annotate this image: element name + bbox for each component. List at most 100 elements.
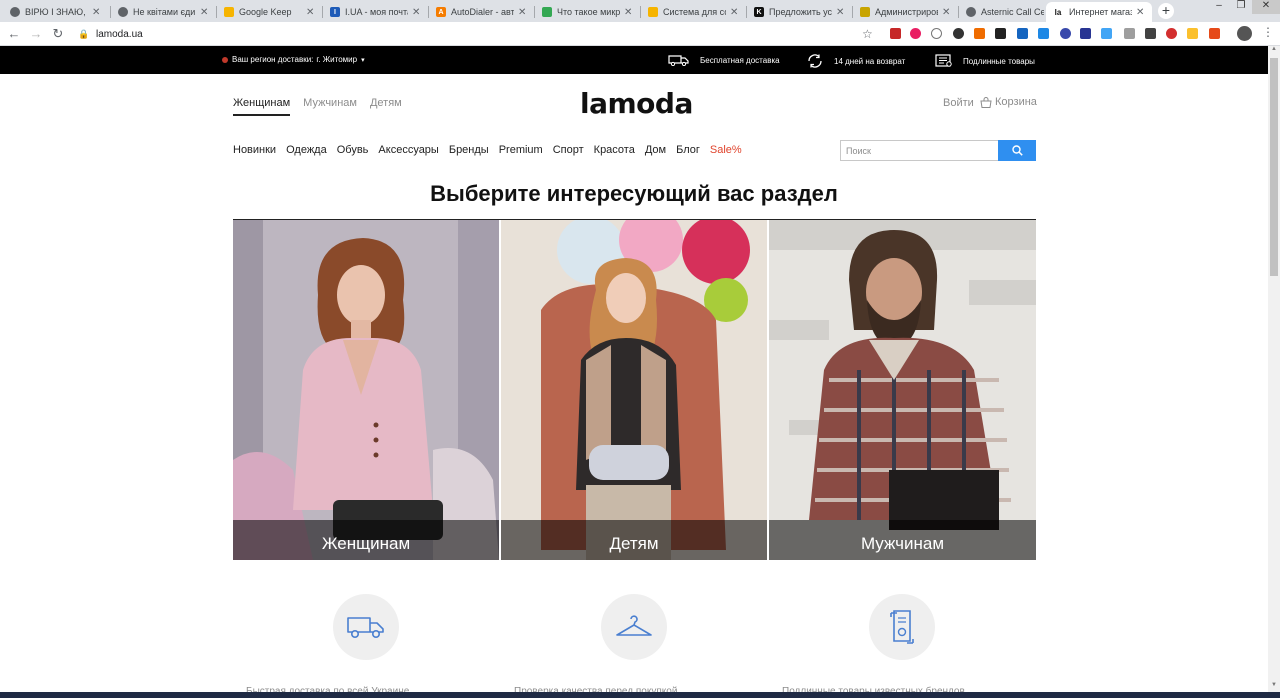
new-tab-button[interactable]: + [1158, 3, 1174, 19]
extension-icon[interactable] [1145, 28, 1156, 39]
gender-tabs: Женщинам Мужчинам Детям [233, 97, 415, 116]
close-icon[interactable]: ✕ [730, 7, 740, 18]
close-icon[interactable]: ✕ [200, 7, 210, 18]
login-link[interactable]: Войти [943, 97, 974, 109]
site-logo[interactable]: lamoda [580, 87, 693, 120]
scrollbar-thumb[interactable] [1270, 58, 1278, 276]
nav-item-home[interactable]: Дом [645, 144, 666, 156]
perk-free-delivery[interactable]: Бесплатная доставка [668, 54, 780, 66]
nav-item-premium[interactable]: Premium [499, 144, 543, 156]
browser-tab[interactable]: Что такое микро ✕ [536, 2, 640, 22]
browser-tab[interactable]: Администриров ✕ [854, 2, 958, 22]
extension-icon[interactable] [890, 28, 901, 39]
bookmark-star-icon[interactable]: ☆ [862, 27, 873, 41]
bag-icon [980, 96, 992, 108]
close-icon[interactable]: ✕ [1136, 7, 1146, 18]
close-icon[interactable]: ✕ [306, 7, 316, 18]
extension-icon[interactable] [953, 28, 964, 39]
lock-icon: 🔒 [78, 29, 90, 39]
globe-icon [118, 7, 128, 17]
back-icon[interactable]: ← [6, 26, 22, 42]
profile-avatar[interactable] [1237, 26, 1252, 41]
nav-item-accessories[interactable]: Аксессуары [378, 144, 438, 156]
nav-item-clothing[interactable]: Одежда [286, 144, 327, 156]
perk-label: Подлинные товары [963, 56, 1035, 66]
forward-icon[interactable]: → [28, 26, 44, 42]
close-icon[interactable]: ✕ [412, 7, 422, 18]
extension-icon[interactable] [974, 28, 985, 39]
region-city[interactable]: г. Житомир [316, 55, 357, 64]
perk-authentic[interactable]: Подлинные товары [935, 54, 1035, 68]
browser-tab[interactable]: Система для соз ✕ [642, 2, 746, 22]
tab-kids[interactable]: Детям [370, 97, 402, 116]
nav-item-brands[interactable]: Бренды [449, 144, 489, 156]
browser-tab[interactable]: I I.UA - моя почта ✕ [324, 2, 428, 22]
close-icon[interactable]: ✕ [942, 7, 952, 18]
search-button[interactable] [998, 140, 1036, 161]
nav-item-sport[interactable]: Спорт [553, 144, 584, 156]
extension-icon[interactable] [1187, 28, 1198, 39]
tab-women[interactable]: Женщинам [233, 97, 291, 116]
card-women[interactable]: Женщинам [233, 220, 499, 560]
close-icon[interactable]: ✕ [624, 7, 634, 18]
cart-link[interactable]: Корзина [980, 96, 1037, 108]
window-close-button[interactable]: ✕ [1252, 0, 1280, 14]
close-icon[interactable]: ✕ [518, 7, 528, 18]
extension-icon[interactable] [1080, 28, 1091, 39]
tab-title: Интернет магаз [1069, 7, 1132, 17]
extension-icon[interactable] [1166, 28, 1177, 39]
nav-item-blog[interactable]: Блог [676, 144, 700, 156]
extension-icon[interactable] [910, 28, 921, 39]
browser-tab[interactable]: A AutoDialer - авто ✕ [430, 2, 534, 22]
scroll-up-icon[interactable]: ▲ [1268, 46, 1280, 56]
delivery-region-selector[interactable]: Ваш регион доставки: г. Житомир ▾ [222, 55, 365, 64]
nav-item-shoes[interactable]: Обувь [337, 144, 369, 156]
browser-tab[interactable]: ВІРЮ І ЗНАЮ, Uk ✕ [4, 2, 108, 22]
extension-icon[interactable] [1124, 28, 1135, 39]
page-scrollbar[interactable]: ▲ ▼ [1268, 46, 1280, 692]
nav-item-beauty[interactable]: Красота [594, 144, 635, 156]
extension-icon[interactable] [1060, 28, 1071, 39]
lamoda-icon: la [1052, 7, 1064, 17]
close-icon[interactable]: ✕ [836, 7, 846, 18]
search-icon [1011, 145, 1023, 156]
card-caption: Мужчинам [769, 520, 1036, 560]
minimize-button[interactable]: – [1208, 0, 1230, 14]
card-kids[interactable]: Детям [501, 220, 767, 560]
browser-tab[interactable]: Не квітами єдин ✕ [112, 2, 216, 22]
close-icon[interactable]: ✕ [92, 7, 102, 18]
location-pin-icon [222, 56, 228, 63]
browser-tab[interactable]: K Предложить усл ✕ [748, 2, 852, 22]
search-input[interactable] [840, 140, 998, 161]
address-url[interactable]: lamoda.ua [96, 29, 143, 40]
browser-tab-active[interactable]: la Интернет магаз ✕ [1046, 2, 1152, 22]
extension-icon[interactable] [1101, 28, 1112, 39]
maximize-button[interactable]: ❐ [1230, 0, 1252, 14]
truck-icon [347, 617, 384, 638]
extension-icon[interactable] [1209, 28, 1220, 39]
address-bar[interactable]: 🔒 lamoda.ua [72, 24, 882, 44]
page-title: Выберите интересующий вас раздел [430, 181, 838, 206]
nav-item-sale[interactable]: Sale% [710, 144, 742, 156]
reload-icon[interactable]: ↻ [50, 26, 66, 42]
card-men[interactable]: Мужчинам [769, 220, 1036, 560]
men-photo [769, 220, 1036, 560]
scroll-down-icon[interactable]: ▼ [1268, 682, 1280, 692]
extension-icon[interactable] [1017, 28, 1028, 39]
nav-item-new[interactable]: Новинки [233, 144, 276, 156]
browser-tab[interactable]: Google Keep ✕ [218, 2, 322, 22]
tab-title: I.UA - моя почта [345, 7, 408, 17]
cloud-icon [648, 7, 658, 17]
tab-men[interactable]: Мужчинам [303, 97, 357, 116]
keep-icon [224, 7, 234, 17]
perk-return[interactable]: 14 дней на возврат [806, 54, 905, 68]
extension-icon[interactable] [1038, 28, 1049, 39]
browser-menu-icon[interactable]: ⋮ [1262, 25, 1274, 39]
extension-icon[interactable] [995, 28, 1006, 39]
extension-icon[interactable] [931, 28, 942, 39]
browser-toolbar: ← → ↻ 🔒 lamoda.ua ☆ ⋮ [0, 22, 1280, 46]
certificate-icon [935, 54, 952, 67]
card-caption: Женщинам [233, 520, 499, 560]
card-caption: Детям [501, 520, 767, 560]
hanger-icon [616, 615, 652, 636]
